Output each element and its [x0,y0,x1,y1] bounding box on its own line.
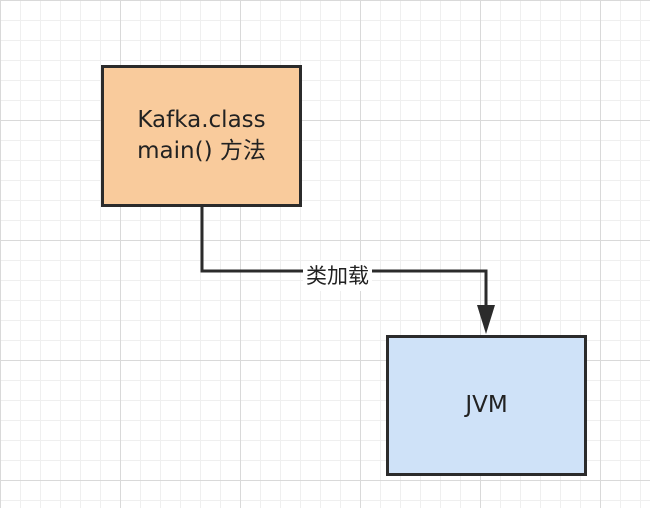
node-kafka-line-1: Kafka.class [137,107,266,133]
node-jvm[interactable]: JVM [386,335,587,476]
arrowhead [477,305,495,334]
node-kafka-class[interactable]: Kafka.class main() 方法 [101,65,302,207]
node-kafka-line-2: main() 方法 [137,138,266,164]
diagram-canvas: Kafka.class main() 方法 JVM 类加载 [0,0,650,508]
node-jvm-label: JVM [465,392,508,418]
edge-kafka-to-jvm [200,207,488,306]
edge-label-class-loading: 类加载 [303,261,372,291]
